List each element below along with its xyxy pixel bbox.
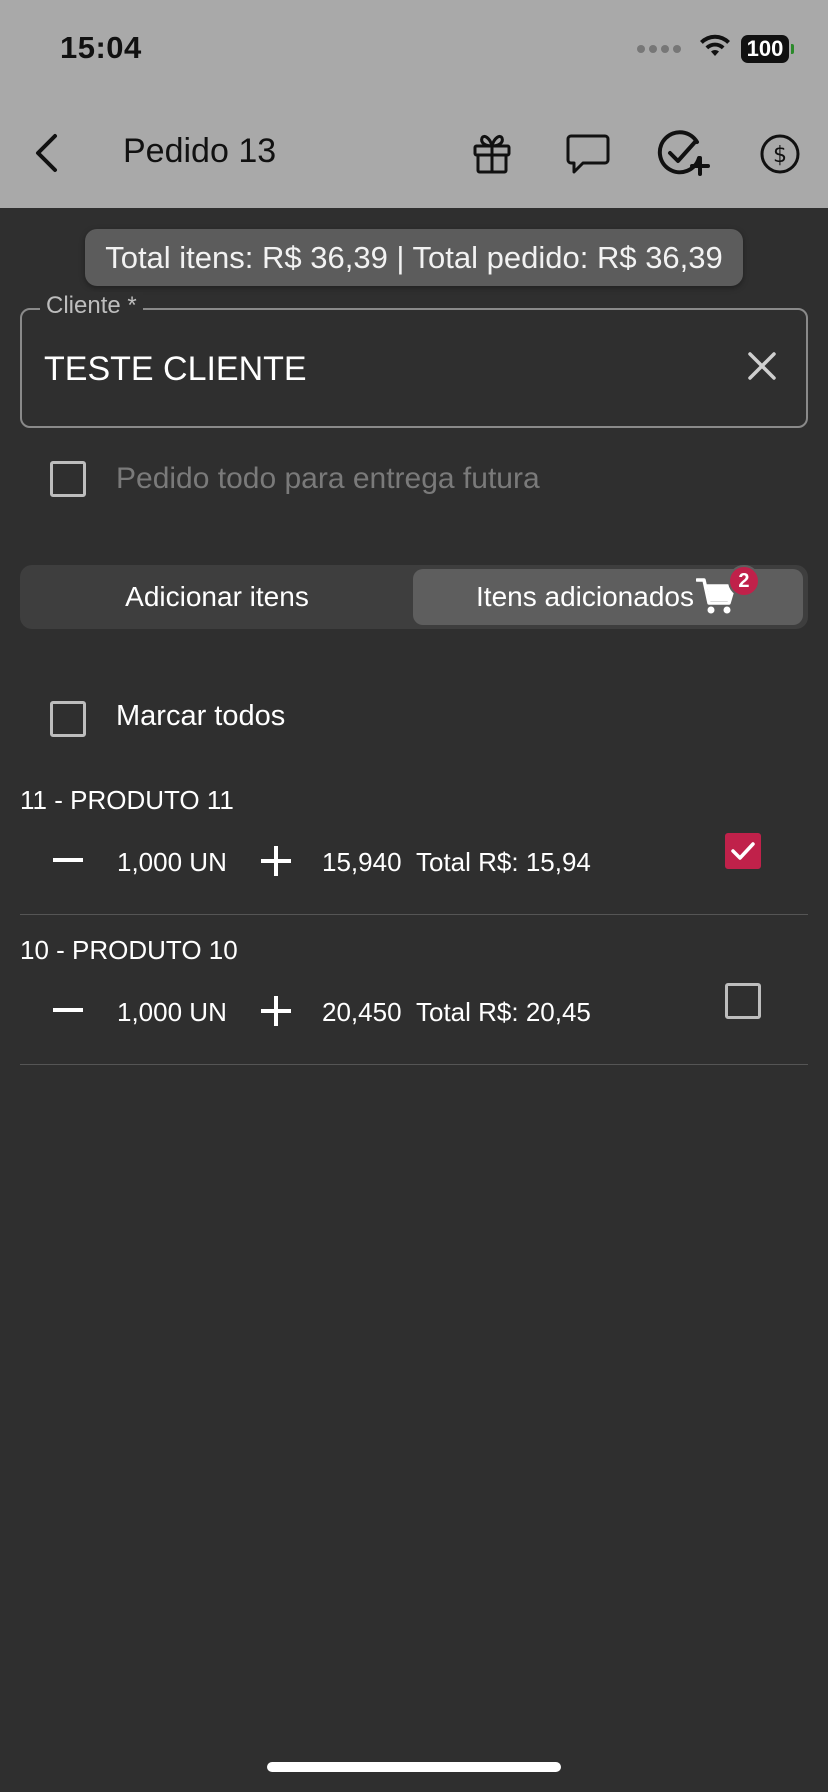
- minus-icon: [53, 1008, 83, 1012]
- plus-icon: [261, 846, 291, 876]
- tab-added-items-label: Itens adicionados: [476, 581, 694, 612]
- select-all-checkbox[interactable]: [50, 701, 86, 737]
- cliente-field-value: TESTE CLIENTE: [44, 350, 307, 388]
- check-circle-plus-icon: [657, 130, 710, 176]
- items-tab-control: Adicionar itens Itens adicionados 2: [20, 565, 808, 629]
- select-all-label: Marcar todos: [116, 700, 286, 732]
- product-unit-price: 15,940: [322, 847, 402, 877]
- comment-button[interactable]: [560, 126, 616, 182]
- finalize-order-button[interactable]: [656, 126, 712, 182]
- clear-cliente-button[interactable]: [742, 346, 782, 386]
- future-delivery-checkbox[interactable]: [50, 461, 86, 497]
- product-quantity: 1,000 UN: [117, 997, 227, 1027]
- product-unit-price: 20,450: [322, 997, 402, 1027]
- checkmark-icon: [731, 842, 755, 860]
- increase-quantity-button[interactable]: [258, 843, 294, 879]
- tab-add-items[interactable]: Adicionar itens: [20, 565, 414, 629]
- product-row: 11 - PRODUTO 11 1,000 UN 15,940 Total R$…: [20, 765, 808, 915]
- wifi-icon: [699, 34, 731, 63]
- payment-button[interactable]: $: [752, 126, 808, 182]
- tab-add-items-label: Adicionar itens: [125, 581, 309, 612]
- cellular-signal-icon: [637, 44, 681, 53]
- gift-icon: [473, 134, 511, 174]
- plus-icon: [261, 996, 291, 1026]
- order-totals-banner: Total itens: R$ 36,39 | Total pedido: R$…: [85, 229, 743, 286]
- gift-button[interactable]: [464, 126, 520, 182]
- close-icon: [748, 352, 776, 380]
- cart-count-badge: 2: [727, 565, 760, 597]
- app-header: 15:04 100 Pedido 13 $: [0, 0, 828, 208]
- increase-quantity-button[interactable]: [258, 993, 294, 1029]
- status-icons: 100: [637, 34, 794, 63]
- chevron-left-icon: [36, 134, 57, 172]
- back-button[interactable]: [26, 128, 66, 178]
- product-select-checkbox[interactable]: [725, 833, 761, 869]
- svg-text:$: $: [773, 143, 787, 168]
- minus-icon: [53, 858, 83, 862]
- product-select-checkbox[interactable]: [725, 983, 761, 1019]
- battery-indicator: 100: [741, 34, 789, 63]
- home-indicator[interactable]: [267, 1762, 561, 1772]
- nav-bar: Pedido 13 $: [0, 118, 828, 188]
- decrease-quantity-button[interactable]: [52, 845, 84, 877]
- cliente-field-label: Cliente *: [40, 292, 143, 320]
- product-total: Total R$: 15,94: [416, 847, 591, 877]
- battery-tip: [791, 43, 794, 54]
- status-time: 15:04: [60, 30, 142, 65]
- product-name: 10 - PRODUTO 10: [20, 935, 238, 965]
- cliente-field[interactable]: Cliente * TESTE CLIENTE: [20, 292, 808, 428]
- product-quantity: 1,000 UN: [117, 847, 227, 877]
- tab-added-items[interactable]: Itens adicionados 2: [413, 565, 803, 625]
- decrease-quantity-button[interactable]: [52, 995, 84, 1027]
- product-name: 11 - PRODUTO 11: [20, 785, 234, 815]
- page-title: Pedido 13: [123, 132, 277, 170]
- cart-indicator: 2: [695, 565, 760, 617]
- product-total: Total R$: 20,45: [416, 997, 591, 1027]
- dollar-circle-icon: $: [760, 134, 800, 174]
- product-row: 10 - PRODUTO 10 1,000 UN 20,450 Total R$…: [20, 915, 808, 1065]
- future-delivery-label: Pedido todo para entrega futura: [116, 462, 540, 495]
- chat-bubble-icon: [566, 134, 610, 174]
